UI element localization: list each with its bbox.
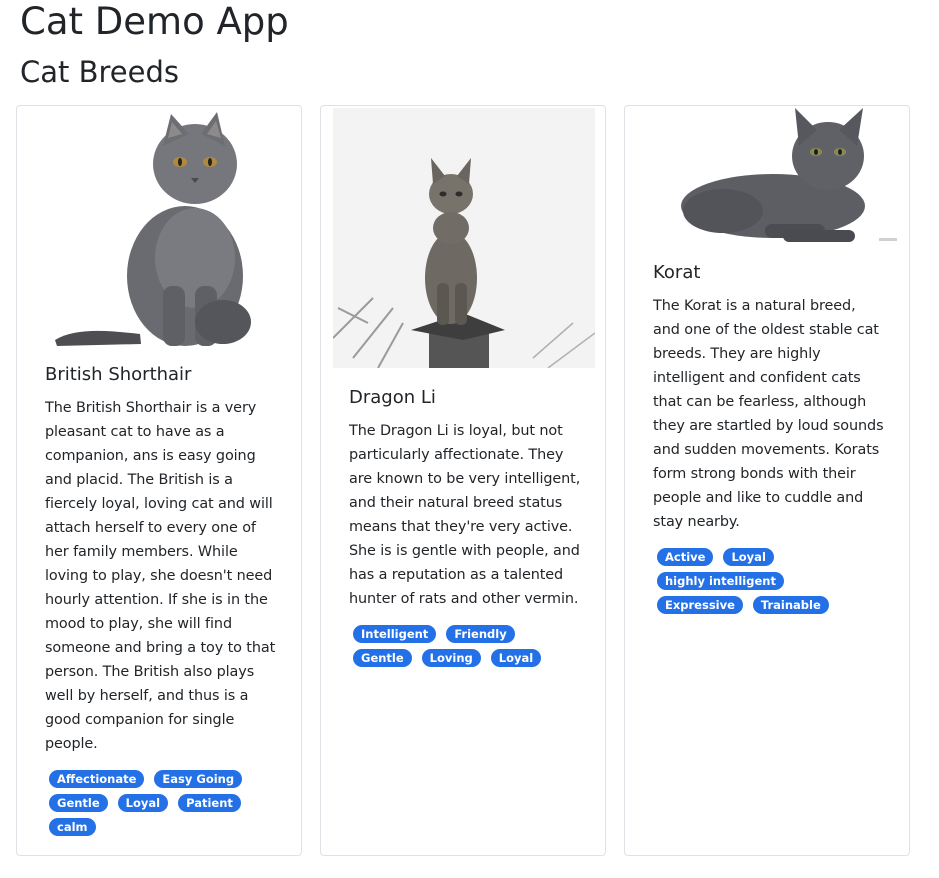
temperament-badge: Loving bbox=[421, 649, 481, 667]
temperament-badge: Loyal bbox=[117, 794, 169, 812]
card-body: Dragon Li The Dragon Li is loyal, but no… bbox=[349, 385, 581, 673]
temperament-badge: Loyal bbox=[723, 548, 774, 566]
temperament-badge: Intelligent bbox=[353, 625, 437, 643]
temperament-badge: Expressive bbox=[657, 596, 743, 614]
temperament-badge: Gentle bbox=[353, 649, 412, 667]
temperament-badge: Affectionate bbox=[49, 770, 145, 788]
breed-description: The British Shorthair is a very pleasant… bbox=[45, 400, 276, 752]
temperament-badge: Active bbox=[657, 548, 714, 566]
korat-cat-photo bbox=[653, 106, 903, 246]
temperament-badge: Loyal bbox=[490, 649, 542, 667]
app-root: Cat Demo App Cat Breeds British Shorthai… bbox=[0, 0, 939, 878]
app-title: Cat Demo App bbox=[20, 0, 289, 43]
card-body: Korat The Korat is a natural breed, and … bbox=[653, 260, 885, 620]
breed-card-british-shorthair: British Shorthair The British Shorthair … bbox=[16, 105, 302, 856]
breed-description: The Korat is a natural breed, and one of… bbox=[653, 298, 884, 530]
temperament-badge: calm bbox=[49, 818, 96, 836]
dragon-li-cat-photo bbox=[333, 108, 595, 368]
breed-description: The Dragon Li is loyal, but not particul… bbox=[349, 423, 581, 607]
temperament-badge: Friendly bbox=[446, 625, 515, 643]
british-shorthair-cat-photo bbox=[45, 108, 275, 346]
card-body: British Shorthair The British Shorthair … bbox=[45, 362, 277, 842]
section-title: Cat Breeds bbox=[20, 55, 179, 89]
breed-card-dragon-li: Dragon Li The Dragon Li is loyal, but no… bbox=[320, 105, 606, 856]
temperament-badge: Gentle bbox=[49, 794, 108, 812]
breed-title: Dragon Li bbox=[349, 387, 436, 408]
temperament-badge: Patient bbox=[178, 794, 241, 812]
temperament-badge: Easy Going bbox=[154, 770, 243, 788]
temperament-tags: Active Loyal highly intelligent Expressi… bbox=[653, 548, 867, 620]
breed-title: British Shorthair bbox=[45, 364, 192, 385]
temperament-tags: Intelligent Friendly Gentle Loving Loyal bbox=[349, 625, 583, 673]
breed-card-korat: Korat The Korat is a natural breed, and … bbox=[624, 105, 910, 856]
temperament-badge: Trainable bbox=[752, 596, 829, 614]
temperament-badge: highly intelligent bbox=[657, 572, 784, 590]
breed-title: Korat bbox=[653, 262, 701, 283]
temperament-tags: Affectionate Easy Going Gentle Loyal Pat… bbox=[45, 770, 279, 842]
